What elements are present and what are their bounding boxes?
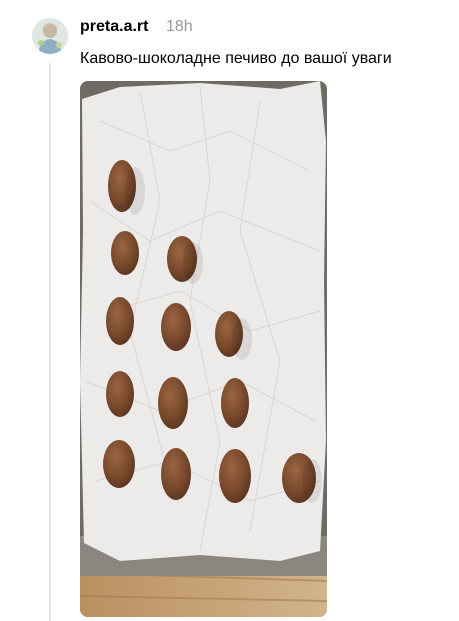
thread-line [49,63,51,621]
post-caption: Кавово-шоколадне печиво до вашої уваги [80,50,392,67]
username-link[interactable]: preta.a.rt [80,17,148,37]
cookies-photo [80,81,327,617]
thread-post: preta.a.rt 18h Кавово-шоколадне печиво д… [0,0,459,621]
avatar-image [32,18,68,54]
post-timestamp: 18h [166,18,193,35]
user-avatar[interactable] [32,18,68,54]
post-photo[interactable] [80,81,327,617]
